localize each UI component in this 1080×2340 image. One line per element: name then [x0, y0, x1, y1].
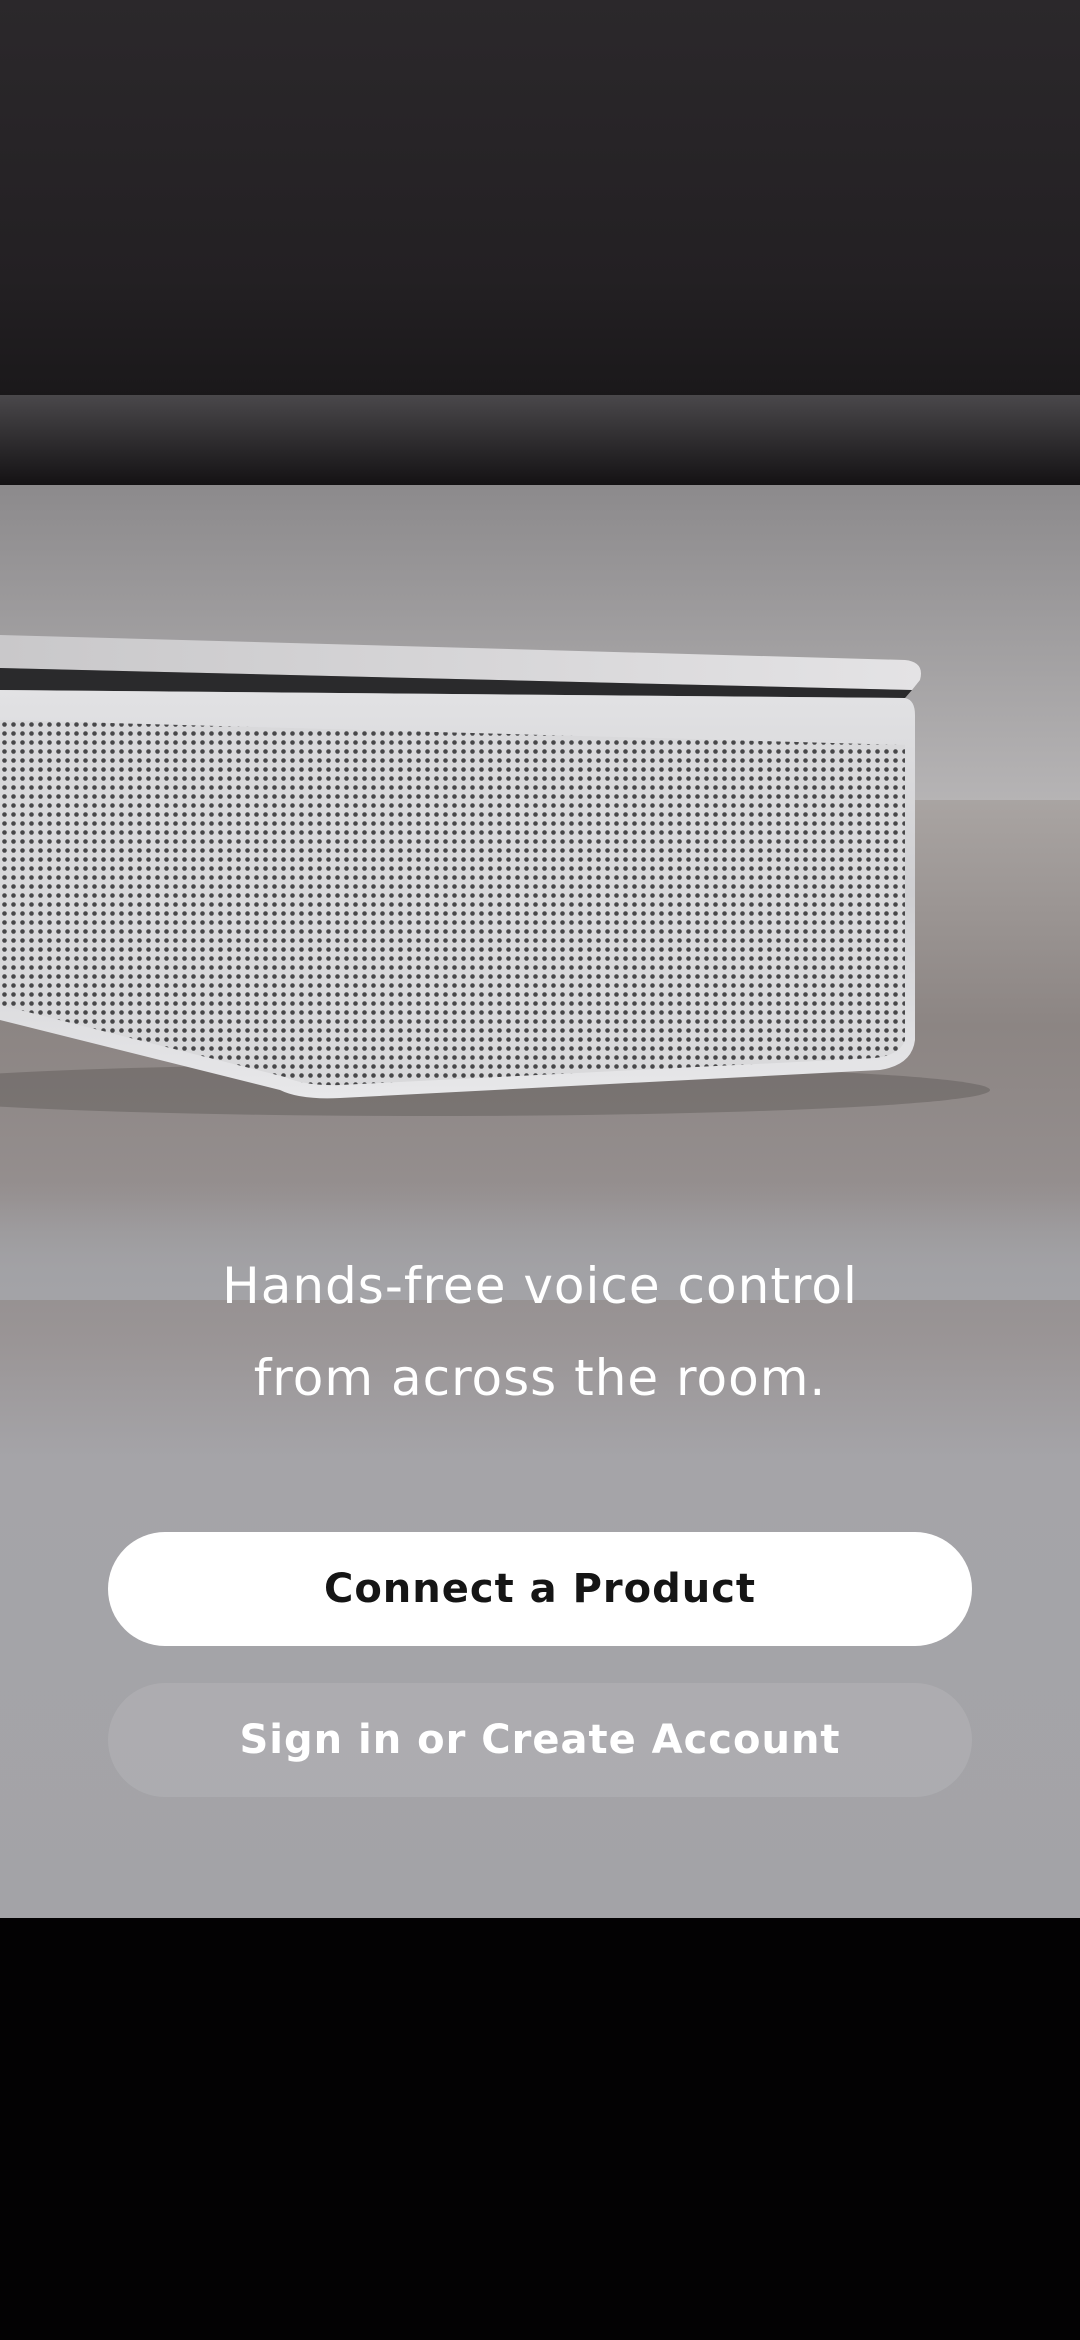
welcome-screen: Hands-free voice control from across the…	[0, 0, 1080, 1918]
tagline: Hands-free voice control from across the…	[0, 1240, 1080, 1424]
sign-in-create-account-button[interactable]: Sign in or Create Account	[108, 1683, 972, 1797]
tagline-line-2: from across the room.	[253, 1349, 827, 1407]
connect-product-button[interactable]: Connect a Product	[108, 1532, 972, 1646]
tagline-line-1: Hands-free voice control	[222, 1257, 858, 1315]
navigation-bar-area	[0, 1918, 1080, 2340]
soundbar-hero-image	[0, 0, 1080, 1300]
